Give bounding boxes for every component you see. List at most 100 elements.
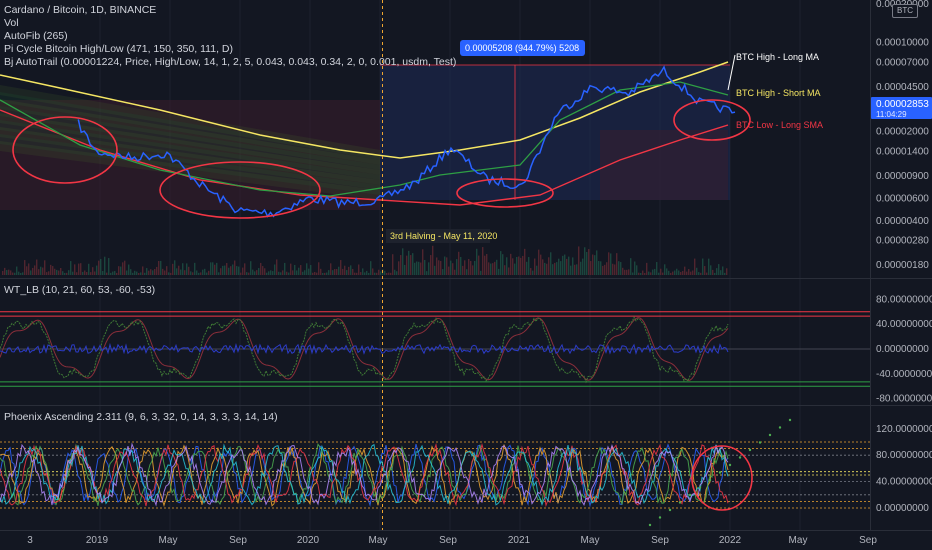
volume-bar bbox=[422, 249, 424, 275]
volume-bar bbox=[84, 270, 86, 275]
phoenix-tick: 0.00000000 bbox=[876, 503, 929, 514]
time-tick: May bbox=[368, 535, 388, 546]
wt-tick: -40.00000000 bbox=[876, 369, 932, 380]
volume-bar bbox=[462, 265, 464, 275]
volume-bar bbox=[528, 257, 530, 275]
volume-bar bbox=[160, 260, 162, 275]
indicator-vol[interactable]: Vol bbox=[4, 17, 19, 30]
volume-bar bbox=[378, 269, 380, 275]
time-tick: 2019 bbox=[85, 535, 109, 546]
volume-bar bbox=[302, 271, 304, 275]
volume-bar bbox=[468, 259, 470, 275]
volume-bar bbox=[420, 262, 422, 275]
symbol-title[interactable]: Cardano / Bitcoin, 1D, BINANCE bbox=[4, 4, 156, 17]
indicator-autofib[interactable]: AutoFib (265) bbox=[4, 30, 68, 43]
volume-bar bbox=[520, 257, 522, 275]
volume-bar bbox=[596, 250, 598, 275]
phoenix-tick: 120.00000000 bbox=[876, 424, 932, 435]
price-tick: 0.00002000 bbox=[876, 127, 929, 138]
volume-bar bbox=[248, 272, 250, 275]
volume-bar bbox=[710, 265, 712, 275]
volume-bar bbox=[336, 268, 338, 275]
price-tick: 0.00004500 bbox=[876, 82, 929, 93]
volume-bar bbox=[322, 272, 324, 275]
volume-bar bbox=[50, 264, 52, 275]
volume-bar bbox=[442, 269, 444, 275]
volume-bar bbox=[178, 265, 180, 275]
volume-bar bbox=[106, 272, 108, 275]
volume-bar bbox=[28, 263, 30, 275]
volume-bar bbox=[540, 254, 542, 275]
volume-bar bbox=[214, 264, 216, 275]
volume-bar bbox=[604, 264, 606, 275]
volume-bar bbox=[358, 264, 360, 275]
volume-bar bbox=[496, 259, 498, 275]
volume-bar bbox=[656, 262, 658, 275]
volume-bar bbox=[270, 270, 272, 275]
phoenix-pane-title[interactable]: Phoenix Ascending 2.311 (9, 6, 3, 32, 0,… bbox=[4, 411, 278, 424]
volume-bar bbox=[16, 266, 18, 275]
volume-bar bbox=[158, 261, 160, 275]
volume-bar bbox=[224, 265, 226, 275]
volume-bar bbox=[68, 270, 70, 275]
volume-bar bbox=[104, 256, 106, 275]
volume-bar bbox=[566, 258, 568, 275]
volume-bar bbox=[472, 265, 474, 275]
currency-badge[interactable]: BTC bbox=[892, 4, 918, 18]
volume-bar bbox=[438, 260, 440, 275]
volume-bar bbox=[614, 264, 616, 275]
price-axis[interactable]: 0.000200000.000100000.000070000.00004500… bbox=[871, 0, 932, 514]
volume-bar bbox=[624, 269, 626, 275]
price-badge-countdown: 11:04:29 bbox=[876, 110, 907, 119]
volume-bar bbox=[268, 271, 270, 275]
volume-bar bbox=[142, 266, 144, 275]
volume-bar bbox=[144, 272, 146, 275]
volume-bar bbox=[110, 272, 112, 275]
volume-bar bbox=[652, 269, 654, 275]
volume-bar bbox=[486, 254, 488, 275]
volume-bar bbox=[498, 268, 500, 275]
volume-bar bbox=[670, 272, 672, 275]
volume-bar bbox=[368, 272, 370, 275]
projection-dot bbox=[668, 508, 672, 512]
volume-bar bbox=[414, 262, 416, 275]
volume-bar bbox=[100, 258, 102, 275]
volume-bar bbox=[182, 263, 184, 275]
wt-tick: -80.00000000 bbox=[876, 394, 932, 405]
volume-bar bbox=[304, 270, 306, 275]
volume-bar bbox=[276, 259, 278, 275]
volume-bar bbox=[32, 267, 34, 275]
volume-bar bbox=[294, 264, 296, 275]
chart-canvas[interactable]: 0.000200000.000100000.000070000.00004500… bbox=[0, 0, 932, 550]
volume-bar bbox=[116, 272, 118, 275]
volume-bar bbox=[452, 263, 454, 275]
wt-lb-pane[interactable] bbox=[0, 311, 870, 387]
volume-bar bbox=[46, 272, 48, 275]
volume-bar bbox=[480, 270, 482, 275]
label-btc-low-long: BTC Low - Long SMA bbox=[736, 120, 823, 130]
price-tick: 0.00000180 bbox=[876, 260, 929, 271]
volume-bar bbox=[494, 261, 496, 275]
volume-bar bbox=[668, 270, 670, 275]
volume-bar bbox=[26, 266, 28, 275]
volume-bar bbox=[394, 269, 396, 275]
volume-bar bbox=[122, 262, 124, 275]
volume-bar bbox=[150, 269, 152, 275]
wt-pane-title[interactable]: WT_LB (10, 21, 60, 53, -60, -53) bbox=[4, 284, 155, 297]
time-tick: May bbox=[158, 535, 178, 546]
volume-bar bbox=[230, 266, 232, 275]
volume-bar bbox=[714, 272, 716, 275]
volume-bar bbox=[558, 258, 560, 275]
volume-bar bbox=[396, 271, 398, 275]
volume-bar bbox=[628, 269, 630, 275]
volume-bar bbox=[256, 270, 258, 275]
indicator-autotrail[interactable]: Bj AutoTrail (0.00001224, Price, High/Lo… bbox=[4, 56, 456, 69]
volume-bar bbox=[492, 263, 494, 275]
volume-bar bbox=[42, 267, 44, 275]
volume-bar bbox=[62, 271, 64, 275]
volume-bar bbox=[288, 272, 290, 275]
volume-bar bbox=[618, 261, 620, 275]
volume-bar bbox=[328, 270, 330, 275]
volume-bar bbox=[208, 270, 210, 275]
indicator-pi-cycle[interactable]: Pi Cycle Bitcoin High/Low (471, 150, 350… bbox=[4, 43, 233, 56]
